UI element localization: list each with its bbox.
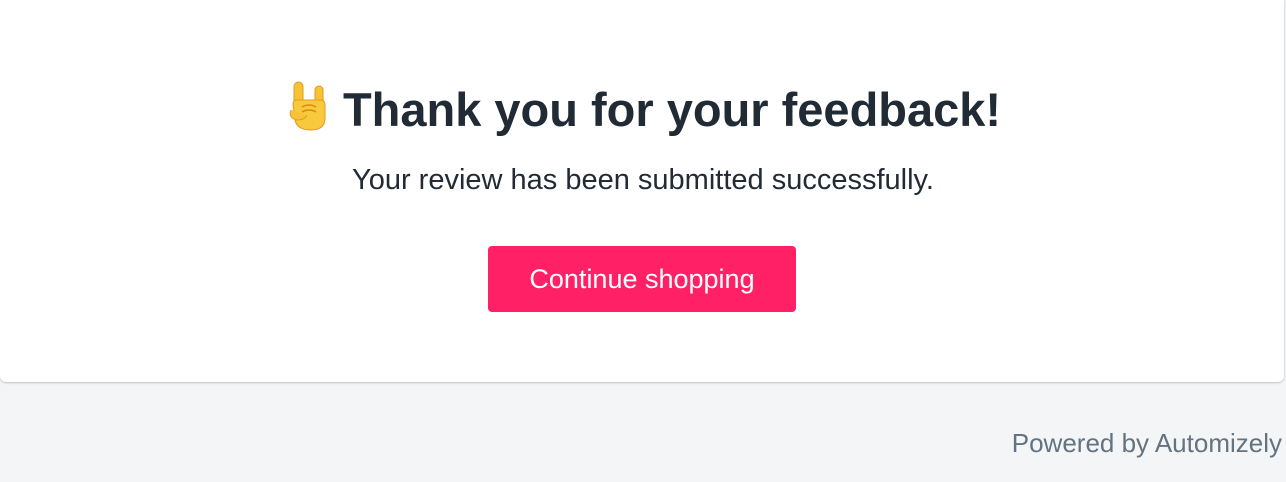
continue-shopping-button[interactable]: Continue shopping (488, 246, 796, 312)
powered-by-text: Powered by Automizely (1011, 428, 1282, 458)
sign-of-the-horns-icon (289, 81, 326, 131)
success-message: Your review has been submitted successfu… (352, 164, 934, 196)
page-title: Thank you for your feedback! (342, 83, 1002, 136)
confirmation-heading: Thank you for your feedback! (0, 80, 1286, 140)
confirmation-card: Thank you for your feedback! Your review… (0, 0, 1284, 382)
